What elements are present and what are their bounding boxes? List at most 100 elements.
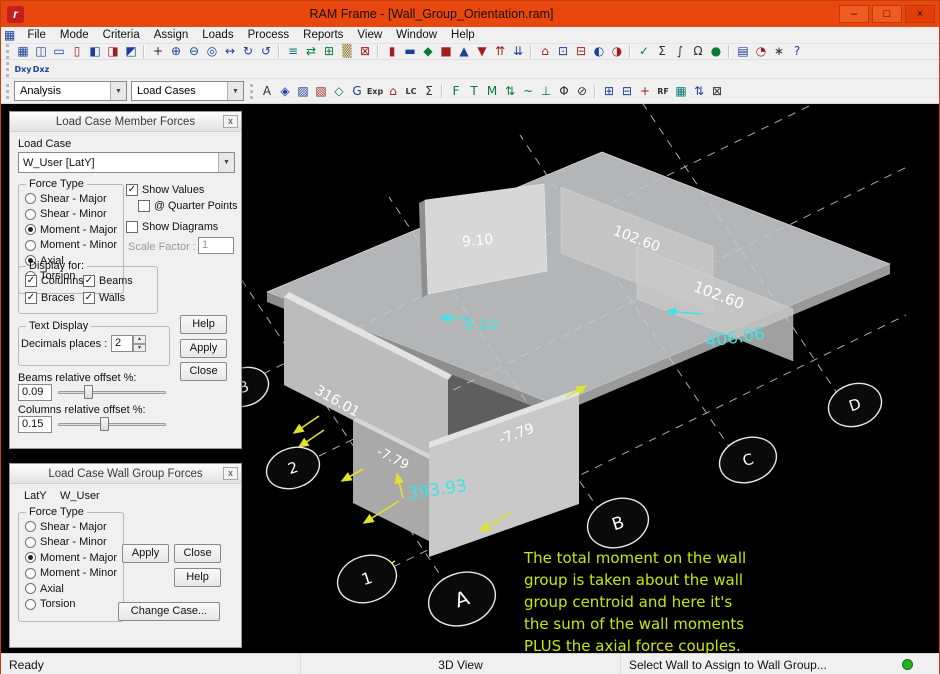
help-icon[interactable]: ? [788,44,806,59]
menu-reports[interactable]: Reports [296,28,350,42]
columns-offset-input[interactable]: 0.15 [18,416,52,433]
radio-shear-minor[interactable]: Shear - Minor [25,207,123,223]
view-angle-icon[interactable]: ◈ [276,84,294,99]
toolbar-grip[interactable] [6,62,9,77]
menu-assign[interactable]: Assign [147,28,196,42]
gravity-icon[interactable]: G [348,84,366,99]
deflection-icon[interactable]: ~ [519,84,537,99]
rigid-frame-icon[interactable]: RF [654,84,672,99]
story-shear-icon[interactable]: ⌂ [384,84,402,99]
members-toggle-icon[interactable]: ⇄ [302,44,320,59]
zoom-in-icon[interactable]: ⊕ [167,44,185,59]
analysis-mode-select[interactable]: Analysis▼ [14,81,127,101]
apply-button[interactable]: Apply [122,544,169,563]
menu-criteria[interactable]: Criteria [96,28,147,42]
beam-tool-icon[interactable]: ▬ [401,44,419,59]
close-icon[interactable]: × [905,5,935,23]
section-view-icon[interactable]: ◩ [122,44,140,59]
deck-toggle-icon[interactable]: ▒ [338,44,356,59]
radio-moment-major[interactable]: Moment - Major [25,550,123,566]
wall-tool-icon[interactable]: ■ [437,44,455,59]
menu-help[interactable]: Help [444,28,482,42]
zoom-out-icon[interactable]: ⊖ [185,44,203,59]
model-grid-icon[interactable]: ▦ [14,44,32,59]
spin-down-icon[interactable]: ▼ [133,344,146,353]
load-case-icon[interactable]: LC [402,84,420,99]
clip-planes-icon[interactable]: ⊟ [572,44,590,59]
no-display-icon[interactable]: ⊘ [573,84,591,99]
menu-view[interactable]: View [350,28,389,42]
check-model-icon[interactable]: ✓ [635,44,653,59]
minimize-icon[interactable]: – [839,5,869,23]
delete-icon[interactable]: ⊠ [356,44,374,59]
run-analysis-icon[interactable]: ● [707,44,725,59]
checkbox-show-diagrams[interactable]: Show Diagrams [126,219,238,235]
chart-icon[interactable]: ◔ [752,44,770,59]
menu-file[interactable]: File [20,28,53,42]
checkbox-braces[interactable]: ✓Braces [25,290,83,306]
add-view-icon[interactable]: ⊞ [600,84,618,99]
scale-factor-input[interactable]: 1 [198,237,234,254]
beams-offset-input[interactable]: 0.09 [18,384,52,401]
text-size-icon[interactable]: A [258,84,276,99]
load-cases-select[interactable]: Load Cases▼ [131,81,244,101]
home-view-icon[interactable]: ⌂ [536,44,554,59]
footing-tool-icon[interactable]: ▲ [455,44,473,59]
apply-button[interactable]: Apply [180,339,227,358]
sum-loads-icon[interactable]: Σ [653,44,671,59]
spin-up-icon[interactable]: ▲ [133,335,146,344]
maximize-icon[interactable]: □ [872,5,902,23]
wall-view-icon[interactable]: ▯ [68,44,86,59]
radio-axial[interactable]: Axial [25,581,123,597]
dialog-titlebar[interactable]: Load Case Member Forces x [10,112,241,132]
checkbox-columns[interactable]: ✓Columns [25,273,83,289]
omega-icon[interactable]: Ω [689,44,707,59]
close-view-icon[interactable]: ⊠ [708,84,726,99]
checkbox-beams[interactable]: ✓Beams [83,273,141,289]
report-icon[interactable]: ▤ [734,44,752,59]
columns-offset-slider[interactable] [58,416,166,432]
column-tool-icon[interactable]: ▮ [383,44,401,59]
menu-loads[interactable]: Loads [195,28,240,42]
toolbar-grip[interactable] [250,84,253,99]
help-button[interactable]: Help [174,568,221,587]
radio-moment-minor[interactable]: Moment - Minor [25,238,123,254]
beams-offset-slider[interactable] [58,384,166,400]
settings-icon[interactable]: ∗ [770,44,788,59]
toolbar-grip[interactable] [6,84,9,99]
sum-forces-icon[interactable]: Σ [420,84,438,99]
select-pointer-icon[interactable]: + [149,44,167,59]
reaction-icon[interactable]: ⊥ [537,84,555,99]
frame-elevation-icon[interactable]: ▭ [50,44,68,59]
wall-groups-icon[interactable]: ▦ [672,84,690,99]
radio-shear-minor[interactable]: Shear - Minor [25,535,123,551]
crosshair-icon[interactable]: + [636,84,654,99]
grid-settings-icon[interactable]: ⊡ [554,44,572,59]
checkbox-show-values[interactable]: ✓Show Values [126,182,238,198]
mdi-child-icon[interactable]: ▦ [4,28,15,42]
menu-mode[interactable]: Mode [53,28,96,42]
close-icon[interactable]: x [223,115,238,128]
zoom-window-icon[interactable]: ◎ [203,44,221,59]
menu-window[interactable]: Window [389,28,444,42]
joints-toggle-icon[interactable]: ⊞ [320,44,338,59]
radio-torsion[interactable]: Torsion [25,597,123,613]
pan-icon[interactable]: ↔ [221,44,239,59]
plan-view-icon[interactable]: ◧ [86,44,104,59]
render-icon[interactable]: ◑ [608,44,626,59]
torsion-force-icon[interactable]: T [465,84,483,99]
exponent-icon[interactable]: Exp [366,84,384,99]
shear-diagram-icon[interactable]: ⇅ [501,84,519,99]
close-button[interactable]: Close [180,362,227,381]
moment-force-icon[interactable]: M [483,84,501,99]
3d-view-icon[interactable]: ◨ [104,44,122,59]
load-down-icon[interactable]: ⇊ [509,44,527,59]
decimals-stepper[interactable]: 2 ▲▼ [111,335,146,352]
load-up-icon[interactable]: ⇈ [491,44,509,59]
integral-icon[interactable]: ∫ [671,44,689,59]
updown-icon[interactable]: ⇅ [690,84,708,99]
radio-moment-minor[interactable]: Moment - Minor [25,566,123,582]
slab-tool-icon[interactable]: ▼ [473,44,491,59]
help-button[interactable]: Help [180,315,227,334]
rotate-left-icon[interactable]: ↺ [257,44,275,59]
